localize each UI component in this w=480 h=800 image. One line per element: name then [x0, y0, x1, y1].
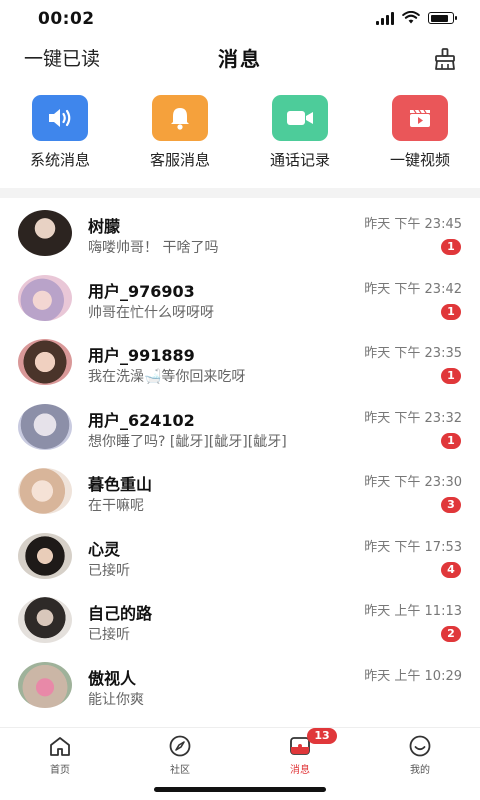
message-preview: 想你睡了吗? [龇牙][龇牙][龇牙] — [88, 433, 287, 450]
message-preview: 我在洗澡🛁等你回来吃呀 — [88, 369, 246, 385]
home-icon — [50, 737, 70, 756]
avatar — [18, 597, 72, 643]
unread-badge: 1 — [441, 368, 461, 384]
quick-service-messages[interactable]: 客服消息 — [125, 95, 235, 170]
message-preview: 在干嘛呢 — [88, 498, 144, 514]
compass-icon — [169, 735, 191, 757]
message-preview: 嗨喽帅哥！ 干啥了吗 — [88, 240, 219, 256]
tab-home[interactable]: 首页 — [0, 734, 120, 776]
unread-badge: 2 — [441, 626, 461, 642]
wifi-icon — [402, 11, 420, 24]
message-time: 昨天 下午 17:53 — [364, 539, 462, 555]
avatar — [18, 403, 72, 450]
avatar — [18, 468, 72, 514]
message-item[interactable]: 用户_976903 帅哥在忙什么呀呀呀 昨天 下午 23:42 1 — [0, 266, 480, 331]
unread-badge: 1 — [441, 432, 461, 449]
message-item[interactable]: 用户_624102 想你睡了吗? [龇牙][龇牙][龇牙] 昨天 下午 23:3… — [0, 395, 480, 460]
sender-name: 暮色重山 — [88, 475, 153, 494]
tab-badge: 13 — [307, 728, 337, 744]
avatar — [18, 210, 72, 256]
message-list: 树朦 嗨喽帅哥！ 干啥了吗 昨天 下午 23:45 1 用户_976903 帅哥… — [0, 201, 480, 717]
message-item[interactable]: 树朦 嗨喽帅哥！ 干啥了吗 昨天 下午 23:45 1 — [0, 201, 480, 266]
message-preview: 能让你爽 — [88, 691, 144, 708]
message-item[interactable]: 暮色重山 在干嘛呢 昨天 下午 23:30 3 — [0, 459, 480, 524]
message-time: 昨天 下午 23:35 — [364, 346, 462, 361]
bell-icon — [152, 95, 208, 141]
avatar — [18, 661, 72, 708]
signal-icon — [376, 11, 394, 25]
tab-bar: 首页 社区 13 消息 我的 — [0, 727, 480, 778]
status-icons — [376, 11, 457, 25]
quick-one-click-video[interactable]: 一键视频 — [365, 95, 475, 170]
sender-name: 自己的路 — [88, 604, 153, 623]
message-item[interactable]: 用户_991889 我在洗澡🛁等你回来吃呀 昨天 下午 23:35 1 — [0, 330, 480, 395]
section-divider — [0, 188, 480, 198]
broom-icon[interactable] — [432, 46, 458, 72]
tab-mine[interactable]: 我的 — [360, 734, 480, 776]
unread-badge: 1 — [441, 239, 461, 255]
sender-name: 心灵 — [88, 539, 121, 559]
message-time: 昨天 上午 10:29 — [364, 668, 462, 684]
sender-name: 用户_976903 — [88, 281, 195, 301]
avatar — [18, 339, 72, 385]
quick-actions: 系统消息 客服消息 通话记录 一键视频 — [0, 95, 480, 175]
message-time: 昨天 下午 23:42 — [364, 281, 462, 297]
video-camera-icon — [272, 95, 328, 141]
sender-name: 用户_991889 — [88, 346, 195, 365]
clapperboard-icon — [392, 95, 448, 141]
message-item[interactable]: 自己的路 已接听 昨天 上午 11:13 2 — [0, 588, 480, 653]
battery-icon — [428, 12, 457, 24]
message-time: 昨天 上午 11:13 — [364, 604, 462, 619]
tab-label: 我的 — [410, 765, 430, 776]
smile-icon — [409, 735, 431, 757]
sender-name: 树朦 — [88, 217, 121, 236]
status-bar: 00:02 — [0, 0, 480, 40]
message-preview: 已接听 — [88, 627, 130, 643]
tab-label: 社区 — [170, 765, 190, 776]
home-indicator — [154, 787, 326, 792]
status-time: 00:02 — [38, 9, 95, 29]
sender-name: 用户_624102 — [88, 410, 195, 430]
speaker-icon — [32, 95, 88, 141]
unread-badge: 4 — [441, 561, 461, 578]
header: 一键已读 消息 — [0, 40, 480, 80]
message-preview: 帅哥在忙什么呀呀呀 — [88, 304, 214, 321]
quick-system-messages[interactable]: 系统消息 — [5, 95, 115, 170]
unread-badge: 3 — [441, 497, 461, 513]
message-time: 昨天 下午 23:30 — [364, 475, 462, 490]
quick-label: 系统消息 — [29, 151, 90, 169]
quick-label: 一键视频 — [389, 151, 450, 169]
avatar — [18, 532, 72, 579]
avatar — [18, 274, 72, 321]
tab-community[interactable]: 社区 — [120, 734, 240, 776]
tab-label: 消息 — [290, 765, 310, 776]
quick-call-records[interactable]: 通话记录 — [245, 95, 355, 170]
tab-label: 首页 — [50, 765, 70, 776]
message-time: 昨天 下午 23:45 — [364, 217, 462, 232]
message-item[interactable]: 傲视人 能让你爽 昨天 上午 10:29 — [0, 653, 480, 718]
message-time: 昨天 下午 23:32 — [364, 410, 462, 426]
sender-name: 傲视人 — [88, 668, 137, 688]
message-preview: 已接听 — [88, 562, 130, 579]
quick-label: 通话记录 — [269, 151, 330, 169]
message-item[interactable]: 心灵 已接听 昨天 下午 17:53 4 — [0, 524, 480, 589]
unread-badge: 1 — [441, 303, 461, 320]
page-title: 消息 — [218, 47, 262, 71]
tab-messages[interactable]: 13 消息 — [240, 728, 360, 776]
quick-label: 客服消息 — [149, 151, 210, 169]
